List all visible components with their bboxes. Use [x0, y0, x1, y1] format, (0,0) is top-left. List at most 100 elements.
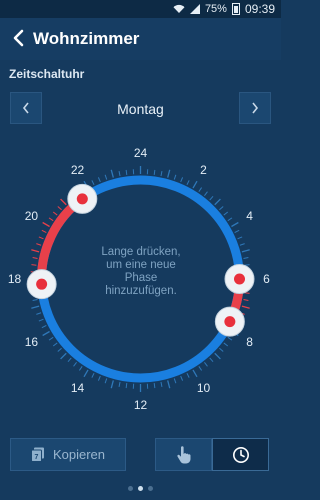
dial-tick: [91, 180, 95, 186]
hour-label: 14: [71, 381, 85, 395]
dial-tick: [60, 198, 67, 206]
dial-tick: [48, 217, 54, 222]
copy-day-icon: 7: [30, 447, 44, 462]
hour-label: 6: [263, 272, 270, 286]
hour-label: 18: [8, 272, 22, 286]
dial-tick: [180, 375, 184, 381]
back-arrow-icon[interactable]: [8, 27, 30, 49]
dial-tick: [57, 206, 62, 211]
battery-icon: [231, 3, 240, 15]
phase-handle[interactable]: [224, 264, 255, 294]
hour-label: 24: [134, 146, 148, 160]
dial-tick: [198, 366, 203, 371]
phase-handle[interactable]: [26, 269, 57, 300]
hour-label: 8: [246, 335, 253, 349]
dial-tick: [110, 169, 114, 178]
dial-tick: [223, 342, 229, 347]
signal-icon: [189, 4, 200, 14]
dial-tick: [192, 369, 198, 378]
dial-tick: [125, 383, 128, 389]
dial-tick: [180, 177, 184, 183]
wifi-icon: [173, 4, 185, 14]
dial-tick: [32, 257, 38, 260]
clock: 09:39: [244, 2, 275, 16]
dial-tick: [241, 249, 250, 253]
dial-tick: [219, 206, 224, 211]
dial-tick: [204, 361, 208, 367]
battery-percent: 75%: [204, 3, 227, 15]
hour-label: 10: [197, 381, 211, 395]
dial-tick: [227, 336, 233, 341]
dial-tick: [52, 211, 58, 216]
dial-tick: [52, 342, 58, 347]
dial-tick: [243, 298, 249, 301]
dial-tick: [219, 347, 224, 352]
hour-label: 12: [134, 398, 148, 412]
dial-tick: [36, 243, 42, 246]
dial-tick: [167, 169, 171, 178]
dial-tick: [153, 383, 156, 389]
dial-tick: [57, 347, 62, 352]
hour-label: 20: [25, 209, 39, 223]
hour-label: 22: [71, 163, 85, 177]
dial-tick: [110, 380, 114, 389]
copy-button[interactable]: 7 Kopieren: [10, 438, 126, 471]
page-dot: [128, 486, 133, 491]
dial-tick: [198, 187, 203, 192]
hour-label: 16: [25, 335, 39, 349]
dial-tick: [60, 352, 67, 360]
copy-button-label: Kopieren: [52, 447, 106, 462]
app-header: Wohnzimmer: [0, 18, 281, 60]
schedule-mode-button[interactable]: [212, 438, 269, 471]
page-title: Wohnzimmer: [33, 29, 140, 48]
dial-tick: [38, 236, 44, 240]
dial-tick: [73, 361, 77, 367]
dial-tick: [118, 171, 121, 177]
dial-tick: [41, 324, 47, 329]
dial-tick: [243, 257, 249, 260]
dial-tick: [36, 312, 42, 315]
dial-hint: Lange drücken, um eine neue Phase hinzuz…: [101, 246, 181, 297]
dial-tick: [91, 372, 95, 378]
page-indicator: [0, 486, 281, 491]
dial-tick: [83, 369, 89, 378]
dial-tick: [160, 381, 163, 387]
page-dot: [138, 486, 143, 491]
dial-tick: [97, 375, 101, 381]
dial-tick: [186, 372, 190, 378]
dial-tick: [241, 305, 250, 309]
dial-tick: [41, 229, 47, 234]
dial-tick: [209, 195, 214, 201]
page-dot: [148, 486, 153, 491]
hour-label: 2: [200, 163, 207, 177]
next-day-button[interactable]: [239, 92, 271, 124]
dial-tick: [227, 217, 233, 222]
dial-tick: [204, 191, 208, 197]
section-label: Zeitschaltuhr: [9, 67, 85, 81]
dial-tick: [214, 198, 221, 206]
dial-tick: [104, 174, 108, 180]
dial-tick: [38, 318, 44, 322]
dial-tick: [97, 177, 101, 183]
dial-tick: [31, 249, 40, 253]
dial-tick: [186, 180, 190, 186]
dial-tick: [104, 378, 108, 384]
dial-tick: [214, 352, 221, 360]
dial-tick: [167, 380, 171, 389]
dial-tick: [67, 357, 72, 363]
dial-tick: [209, 357, 214, 363]
svg-text:7: 7: [35, 454, 39, 461]
dial-tick: [173, 174, 177, 180]
dial-tick: [160, 171, 163, 177]
dial-tick: [31, 305, 40, 309]
phase-handle[interactable]: [67, 183, 98, 214]
dial-tick: [231, 221, 239, 228]
dial-tick: [192, 180, 198, 189]
dial-tick: [237, 236, 243, 240]
phase-handle[interactable]: [214, 306, 245, 337]
dial-tick: [78, 366, 83, 371]
dial-tick: [32, 298, 38, 301]
hand-pointer-icon: [176, 445, 190, 463]
manual-mode-button[interactable]: [155, 438, 212, 471]
dial-tick: [239, 243, 245, 246]
